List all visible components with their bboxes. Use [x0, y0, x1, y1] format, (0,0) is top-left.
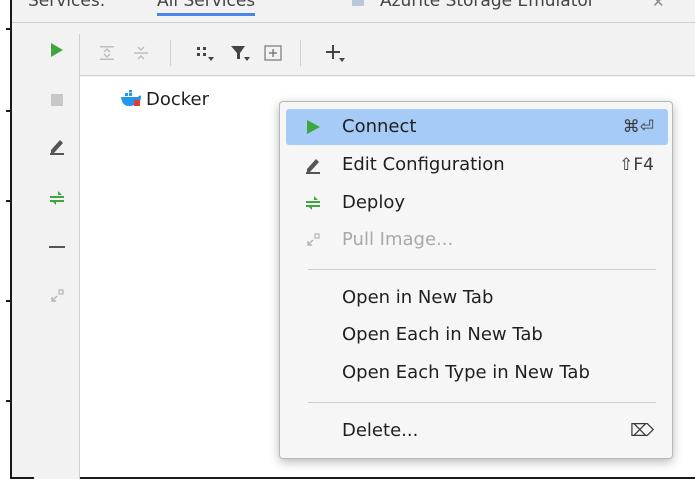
menu-item-open-each-type-in-new-tab[interactable]: Open Each Type in New Tab [286, 355, 668, 391]
menu-item-label: Deploy [342, 192, 406, 213]
left-toolbar [34, 34, 80, 479]
group-by-icon [197, 47, 214, 61]
menu-item-label: Open Each Type in New Tab [342, 362, 590, 383]
deploy-button[interactable] [34, 184, 80, 212]
toolbar-separator [170, 40, 171, 66]
pull-image-button[interactable] [34, 282, 80, 310]
menu-item-label: Open Each in New Tab [342, 324, 543, 345]
menu-item-label: Connect [342, 116, 417, 137]
menu-item-label: Delete... [342, 420, 419, 441]
plus-icon [326, 45, 345, 62]
menu-item-label: Open in New Tab [342, 287, 494, 308]
tab-services-prefix: Services: [28, 0, 106, 11]
tab-strip: Services: All Services Azurite Storage E… [12, 0, 695, 22]
tree-item-label: Docker [146, 88, 210, 110]
run-icon [51, 43, 63, 57]
menu-item-edit-configuration[interactable]: Edit Configuration ⇧F4 [286, 147, 668, 183]
menu-item-open-each-in-new-tab[interactable]: Open Each in New Tab [286, 317, 668, 353]
top-toolbar [80, 30, 695, 76]
add-to-group-icon [264, 45, 282, 61]
pull-image-icon [51, 289, 64, 302]
menu-item-shortcut: ⇧F4 [619, 155, 654, 175]
menu-item-shortcut: ⌘⏎ [622, 117, 654, 137]
tree-item-docker[interactable]: Docker [120, 87, 209, 111]
stop-icon [51, 94, 63, 106]
docker-icon [121, 90, 141, 106]
minus-icon [49, 246, 65, 248]
pull-image-icon [302, 229, 324, 251]
collapse-all-button[interactable] [126, 38, 156, 68]
deploy-icon [302, 192, 324, 214]
menu-item-delete[interactable]: Delete... ⌦ [286, 413, 668, 449]
menu-item-deploy[interactable]: Deploy [286, 185, 668, 221]
tab-strip-border [12, 22, 695, 23]
frame-edge [0, 0, 10, 479]
collapse-all-icon [134, 46, 148, 60]
remove-button[interactable] [34, 233, 80, 261]
edit-icon [302, 154, 324, 176]
group-by-button[interactable] [190, 38, 220, 68]
close-icon[interactable]: ✕ [652, 0, 665, 11]
menu-item-label: Edit Configuration [342, 154, 505, 175]
stop-button[interactable] [34, 86, 80, 114]
run-button[interactable] [34, 36, 80, 64]
storage-emulator-icon [352, 0, 364, 6]
add-service-button[interactable] [320, 38, 350, 68]
expand-all-icon [100, 46, 114, 60]
edit-icon [50, 140, 64, 155]
toolbar-separator [300, 40, 301, 66]
menu-item-label: Pull Image... [342, 229, 454, 250]
menu-item-pull-image: Pull Image... [286, 222, 668, 258]
delete-key-icon: ⌦ [629, 421, 654, 441]
filter-icon [231, 46, 250, 61]
menu-separator [308, 269, 656, 270]
menu-item-open-in-new-tab[interactable]: Open in New Tab [286, 280, 668, 316]
menu-item-connect[interactable]: Connect ⌘⏎ [286, 109, 668, 145]
tab-azurite-storage-emulator[interactable]: Azurite Storage Emulator [380, 0, 595, 11]
filter-button[interactable] [225, 38, 255, 68]
context-menu: Connect ⌘⏎ Edit Configuration ⇧F4 Deploy [279, 101, 673, 459]
expand-all-button[interactable] [92, 38, 122, 68]
add-service-to-group-button[interactable] [258, 38, 288, 68]
menu-separator [308, 402, 656, 403]
tab-all-services[interactable]: All Services [157, 0, 256, 16]
run-icon [302, 116, 324, 138]
deploy-icon [50, 191, 64, 205]
edit-configuration-button[interactable] [34, 132, 80, 160]
